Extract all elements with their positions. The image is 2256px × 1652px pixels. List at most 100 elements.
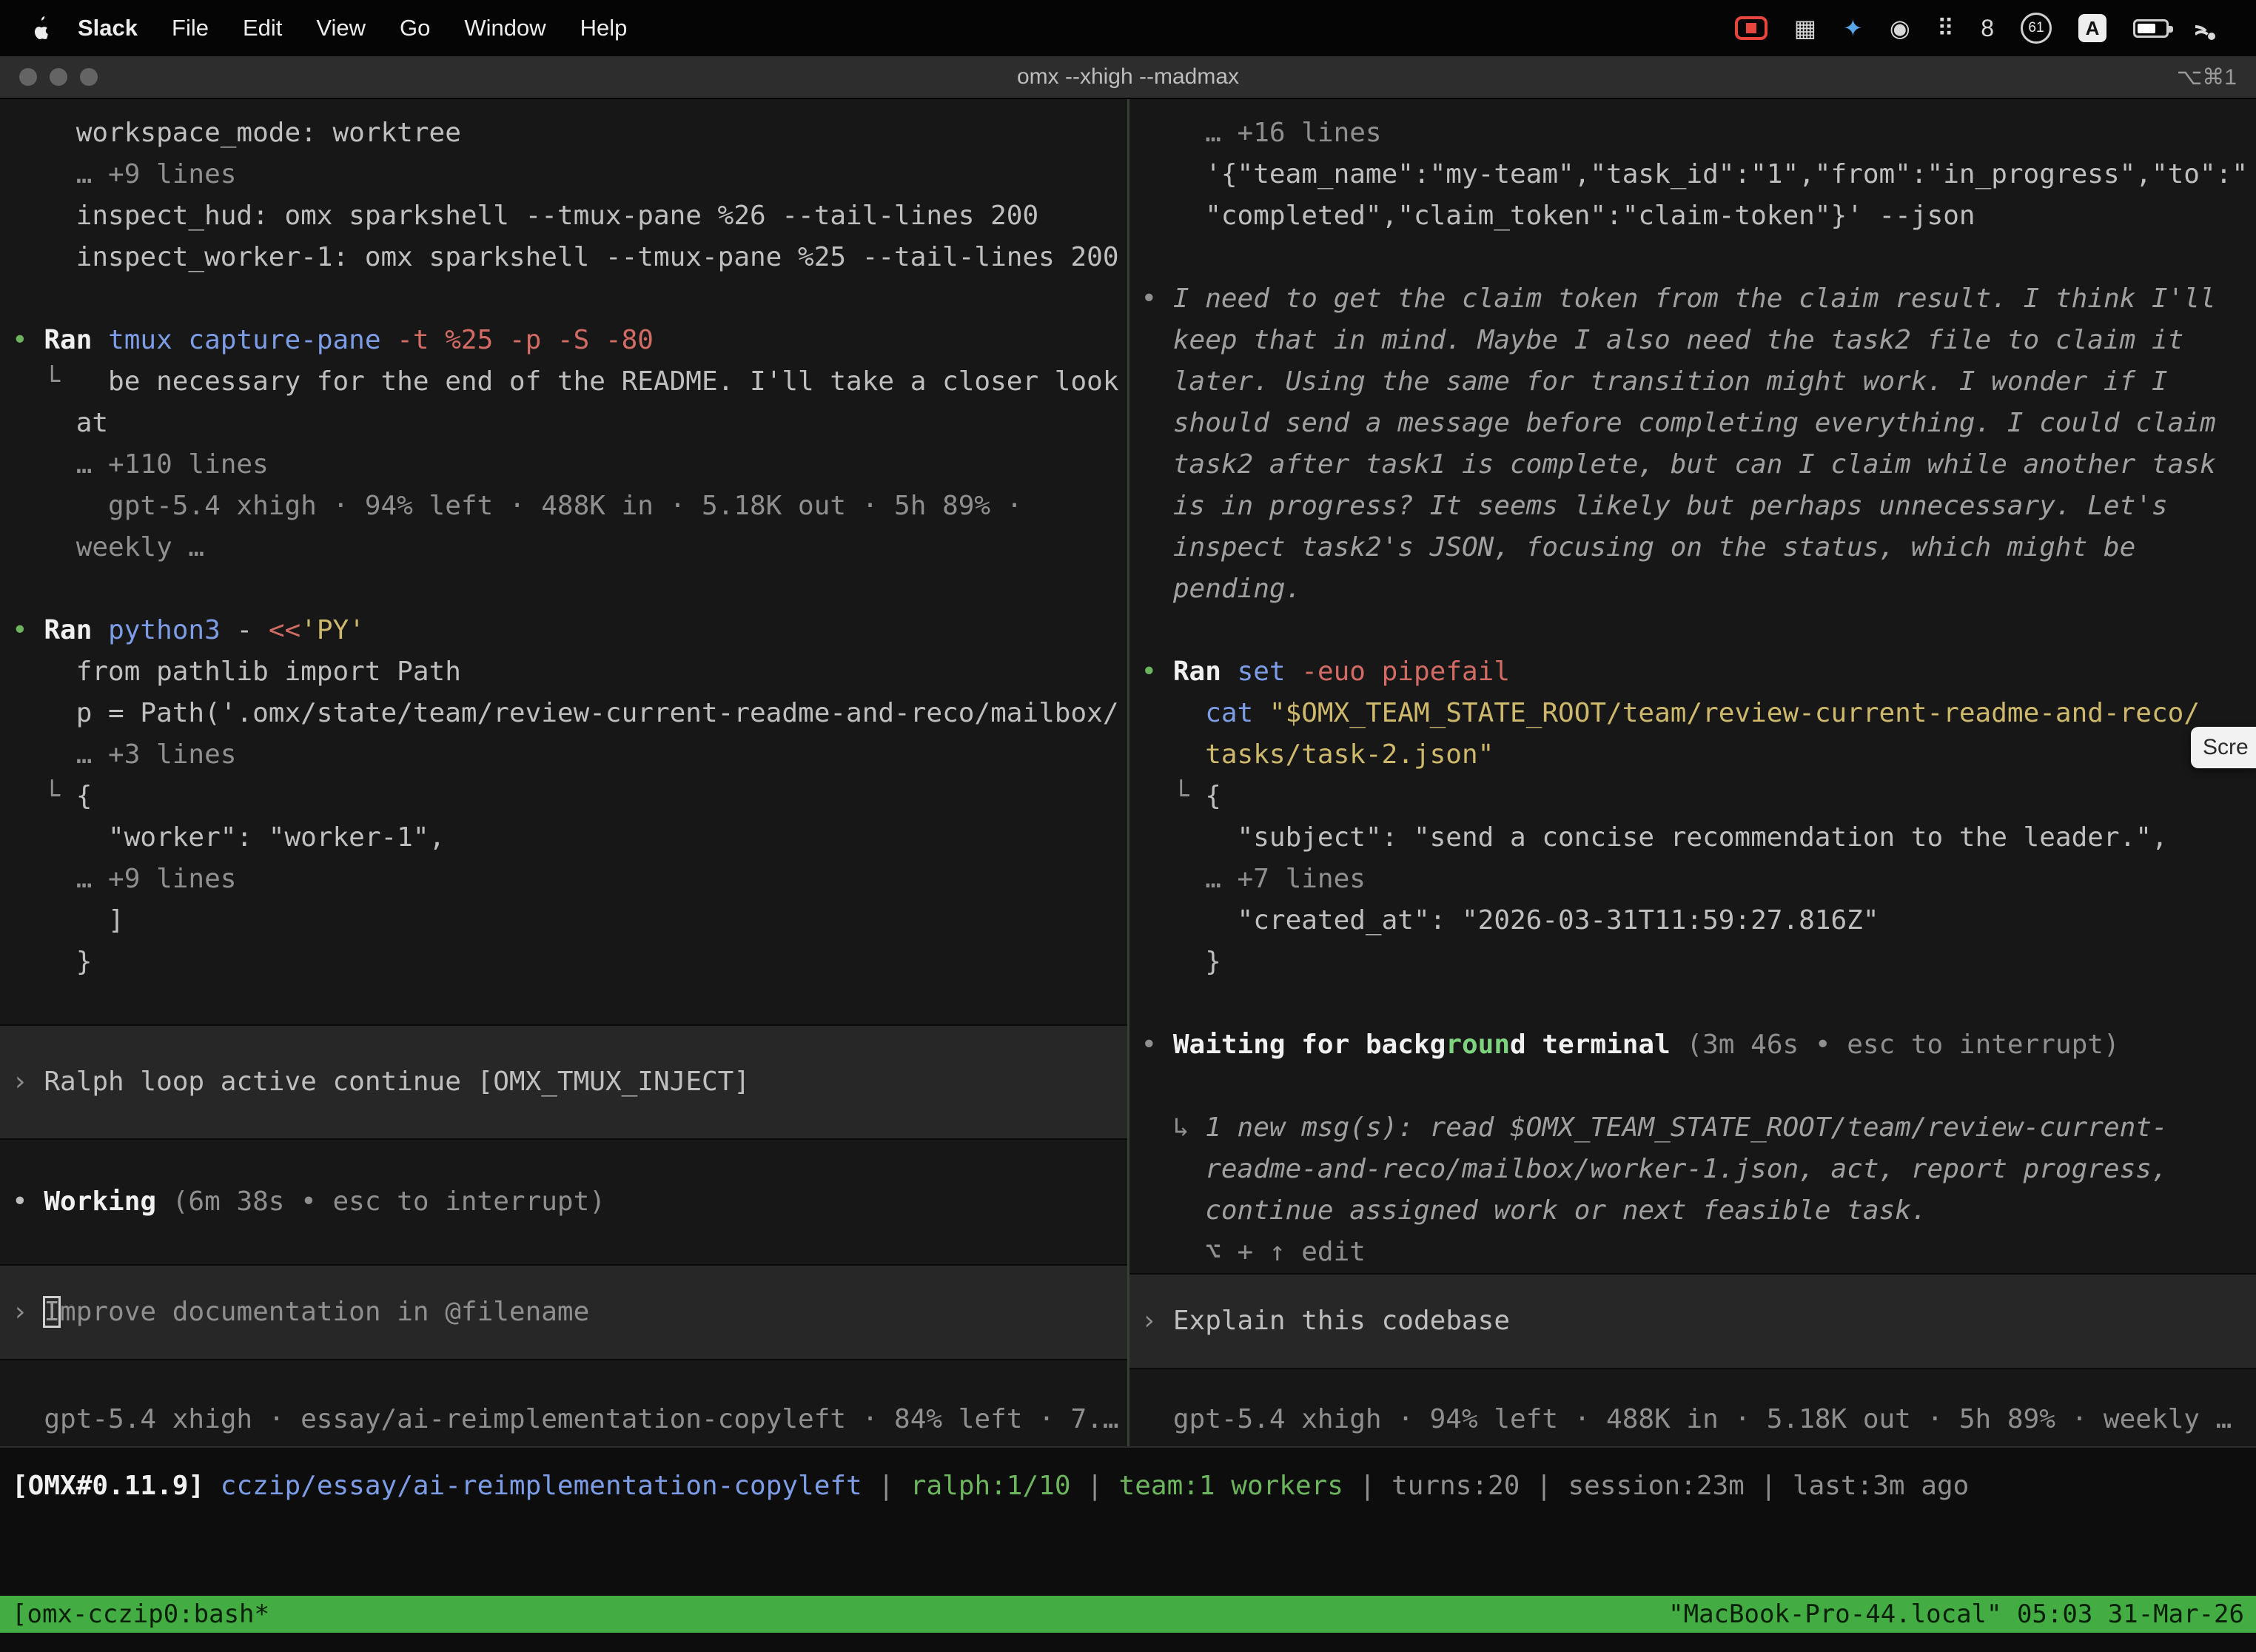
grid-app-icon[interactable]: ▦ xyxy=(1794,14,1816,42)
terminal-line: └ { xyxy=(1129,776,2256,817)
terminal-text: … +16 lines xyxy=(1141,118,1382,148)
battery-icon[interactable] xyxy=(2133,19,2169,38)
window-title-bar: omx --xhigh --madmax ⌥⌘1 xyxy=(0,56,2256,99)
terminal-text: is in progress? It seems likely but perh… xyxy=(1141,491,2168,521)
tmux-status-bar: [omx-cczip0:bash* "MacBook-Pro-44.local"… xyxy=(0,1596,2256,1633)
apple-menu-icon[interactable] xyxy=(28,16,53,40)
menubar-status-icons: ▦ ✦ ◉ ⠿ 8 61 A xyxy=(1735,13,2235,44)
terminal-text: "$OMX_TEAM_STATE_ROOT/team/review-curren… xyxy=(1269,698,2200,728)
prompt-band[interactable]: › Improve documentation in @filename xyxy=(0,1264,1127,1360)
terminal-text: Explain this codebase xyxy=(1173,1306,1510,1336)
terminal-line: keep that in mind. Maybe I also need the… xyxy=(1129,320,2256,361)
terminal-text: Ralph loop active continue [OMX_TMUX_INJ… xyxy=(44,1067,750,1097)
terminal-text: 'PY' xyxy=(301,615,365,645)
terminal-line: p = Path('.omx/state/team/review-current… xyxy=(0,693,1127,734)
terminal-text: › xyxy=(12,1297,44,1327)
terminal-text: 1 new msg(s): read $OMX_TEAM_STATE_ROOT/… xyxy=(1205,1112,2167,1143)
zoom-button[interactable] xyxy=(80,68,98,86)
menu-item-go[interactable]: Go xyxy=(383,15,447,41)
terminal-line: inspect_worker-1: omx sparkshell --tmux-… xyxy=(0,237,1127,278)
terminal-line: from pathlib import Path xyxy=(0,651,1127,693)
terminal-text xyxy=(204,1471,221,1501)
terminal-text: mprove documentation in @filename xyxy=(60,1297,589,1327)
terminal-text: … +110 lines xyxy=(12,449,269,480)
terminal-line: … +9 lines xyxy=(0,859,1127,900)
terminal-line: } xyxy=(1129,941,2256,983)
terminal-text: turns:20 xyxy=(1391,1471,1520,1501)
terminal-line xyxy=(1129,610,2256,651)
menu-item-window[interactable]: Window xyxy=(447,15,563,41)
menu-item-view[interactable]: View xyxy=(299,15,383,41)
blue-app-icon[interactable]: ✦ xyxy=(1843,14,1863,42)
tmux-session-label[interactable]: [omx-cczip0:bash* xyxy=(12,1599,269,1629)
terminal-text: -euo pipefail xyxy=(1301,657,1510,687)
terminal-line: continue assigned work or next feasible … xyxy=(1129,1190,2256,1232)
menu-item-slack[interactable]: Slack xyxy=(61,15,155,41)
menu-item-edit[interactable]: Edit xyxy=(226,15,299,41)
terminal-text: | xyxy=(1343,1471,1391,1501)
terminal-line: pending. xyxy=(1129,568,2256,610)
terminal-line: ] xyxy=(0,900,1127,941)
terminal-line xyxy=(0,1223,1127,1264)
minimize-button[interactable] xyxy=(50,68,67,86)
terminal-text: python3 xyxy=(108,615,236,645)
terminal-pane-right[interactable]: … +16 lines '{"team_name":"my-team","tas… xyxy=(1129,99,2256,1446)
terminal-text: be necessary for the end of the README. … xyxy=(108,366,1118,397)
terminal-pane-left[interactable]: workspace_mode: worktree … +9 lines insp… xyxy=(0,99,1127,1446)
terminal-text: "worker": "worker-1", xyxy=(12,822,445,853)
terminal-text: roun xyxy=(1446,1030,1510,1060)
terminal-line: tasks/task-2.json" xyxy=(1129,734,2256,776)
screen-recording-indicator-icon[interactable] xyxy=(1735,16,1767,40)
terminal-text: Working xyxy=(44,1186,172,1217)
menu-item-file[interactable]: File xyxy=(155,15,226,41)
terminal-line: ↳ 1 new msg(s): read $OMX_TEAM_STATE_ROO… xyxy=(1129,1107,2256,1149)
omx-status-line: [OMX#0.11.9] cczip/essay/ai-reimplementa… xyxy=(0,1448,2256,1507)
terminal-line: '{"team_name":"my-team","task_id":"1","f… xyxy=(1129,154,2256,195)
terminal-text: } xyxy=(12,947,92,977)
terminal-text: • xyxy=(1141,1030,1173,1060)
terminal-line: "created_at": "2026-03-31T11:59:27.816Z" xyxy=(1129,900,2256,941)
terminal-text: [OMX#0.11.9] xyxy=(12,1471,204,1501)
terminal-text: Ran xyxy=(44,615,108,645)
wifi-icon[interactable] xyxy=(2195,16,2228,40)
terminal-text: at xyxy=(12,408,108,438)
terminal-text: should send a message before completing … xyxy=(1141,408,2216,438)
close-button[interactable] xyxy=(19,68,37,86)
eight-app-icon[interactable]: 8 xyxy=(1981,15,1994,42)
prompt-band[interactable]: › Explain this codebase xyxy=(1129,1273,2256,1369)
terminal-line: └ { xyxy=(0,776,1127,817)
terminal-text: inspect_worker-1: omx sparkshell --tmux-… xyxy=(12,242,1119,272)
terminal-text: '{"team_name":"my-team","task_id":"1","f… xyxy=(1141,159,2249,189)
terminal-line: inspect task2's JSON, focusing on the st… xyxy=(1129,527,2256,568)
menu-item-help[interactable]: Help xyxy=(563,15,645,41)
terminal-text: • xyxy=(1141,283,1173,314)
terminal-line: • Working (6m 38s • esc to interrupt) xyxy=(0,1181,1127,1223)
terminal-text: | xyxy=(1071,1471,1119,1501)
input-source-icon[interactable]: A xyxy=(2078,14,2106,42)
dots-grid-icon[interactable]: ⠿ xyxy=(1937,14,1954,42)
terminal-text: Waiting for backg xyxy=(1173,1030,1446,1060)
terminal-text: … +9 lines xyxy=(12,159,236,189)
terminal-text: cczip/essay/ai-reimplementation-copyleft xyxy=(221,1471,862,1501)
circle-app-icon[interactable]: ◉ xyxy=(1890,14,1910,42)
terminal-line xyxy=(0,983,1127,1024)
prompt-band-text: › Ralph loop active continue [OMX_TMUX_I… xyxy=(0,1061,750,1103)
terminal-line xyxy=(0,1140,1127,1181)
terminal-text: (6m 38s • esc to interrupt) xyxy=(172,1186,605,1217)
terminal-line: • Ran set -euo pipefail xyxy=(1129,651,2256,693)
terminal-text: I need to get the claim token from the c… xyxy=(1173,283,2216,314)
terminal-text: pending. xyxy=(1141,574,1302,604)
terminal-line: readme-and-reco/mailbox/worker-1.json, a… xyxy=(1129,1149,2256,1190)
terminal-text: session:23m xyxy=(1568,1471,1744,1501)
terminal-text: from pathlib import Path xyxy=(12,657,461,687)
terminal-line: cat "$OMX_TEAM_STATE_ROOT/team/review-cu… xyxy=(1129,693,2256,734)
terminal-line: "subject": "send a concise recommendatio… xyxy=(1129,817,2256,859)
terminal-line: • Waiting for background terminal (3m 46… xyxy=(1129,1024,2256,1066)
battery-percent-badge[interactable]: 61 xyxy=(2021,13,2052,44)
terminal-line: … +9 lines xyxy=(0,154,1127,195)
terminal-text: readme-and-reco/mailbox/worker-1.json, a… xyxy=(1141,1154,2168,1184)
terminal-text: tasks/task-2.json" xyxy=(1141,739,1494,770)
prompt-band[interactable]: › Ralph loop active continue [OMX_TMUX_I… xyxy=(0,1024,1127,1140)
terminal-text xyxy=(1141,698,1206,728)
terminal-line: task2 after task1 is complete, but can I… xyxy=(1129,444,2256,486)
